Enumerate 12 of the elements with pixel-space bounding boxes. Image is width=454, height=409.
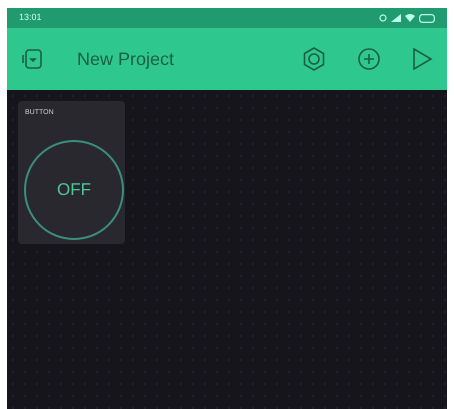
- add-icon[interactable]: [357, 47, 381, 71]
- toggle-state-text: OFF: [57, 179, 91, 202]
- status-time: 13:01: [19, 11, 42, 24]
- toggle-button[interactable]: OFF: [24, 140, 124, 240]
- play-icon[interactable]: [411, 47, 433, 71]
- device-icon[interactable]: [21, 48, 43, 70]
- wifi-icon: [405, 14, 415, 22]
- settings-icon[interactable]: [301, 46, 327, 72]
- alarm-icon: [379, 14, 387, 22]
- battery-icon: [419, 14, 435, 22]
- project-title: New Project: [77, 48, 174, 71]
- signal-icon: [391, 14, 401, 22]
